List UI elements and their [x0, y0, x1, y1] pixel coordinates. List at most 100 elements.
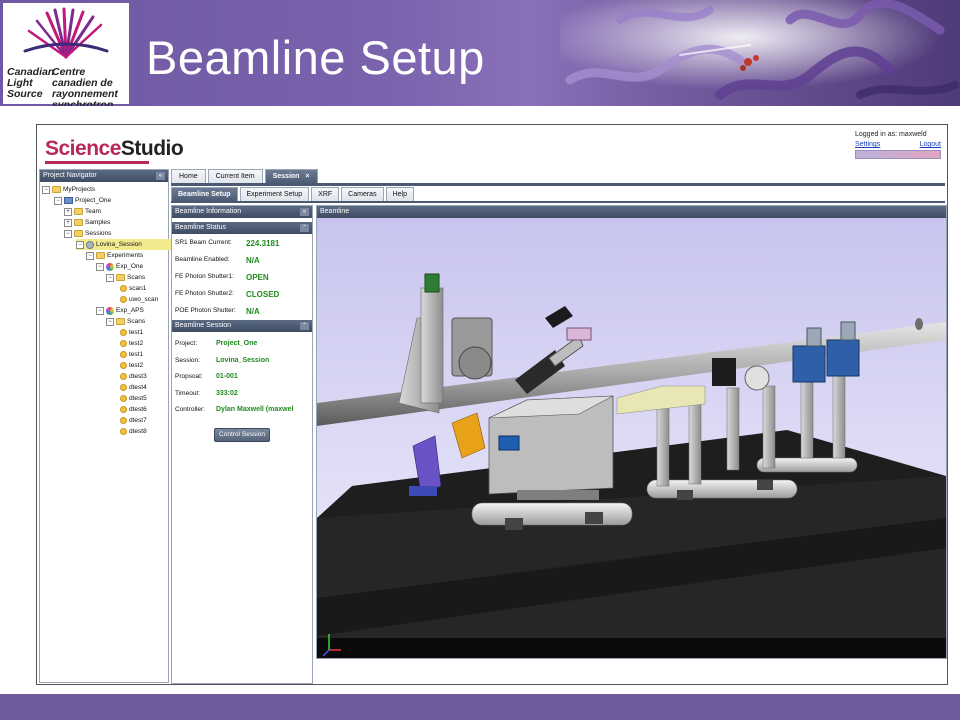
tree-item[interactable]: − Sessions: [64, 228, 111, 239]
subtab-experiment-setup[interactable]: Experiment Setup: [239, 187, 310, 202]
status-value: OPEN: [246, 273, 269, 282]
tree-item[interactable]: − Exp_APS: [96, 305, 144, 316]
experiment-icon: [106, 262, 114, 271]
logo-text-french: Centre canadien de rayonnement synchrotr…: [52, 66, 118, 107]
status-value: 224.3181: [246, 239, 280, 248]
tree-item[interactable]: dtest5: [120, 393, 147, 404]
tree-item-label: test1: [129, 329, 144, 336]
tree-item[interactable]: test1: [120, 349, 143, 360]
tree-item-label: test2: [129, 362, 144, 369]
tree-item[interactable]: − Project_One: [54, 195, 111, 206]
collapse-status-button[interactable]: ⌃: [300, 224, 309, 232]
slide-title: Beamline Setup: [146, 31, 485, 84]
session-label: Propsoal:: [175, 373, 203, 380]
logo-text-english: Canadian Light Source: [7, 66, 55, 100]
folder-icon: [116, 274, 125, 281]
logo-part-studio: Studio: [120, 137, 184, 160]
session-value: 01-001: [216, 373, 238, 380]
subtab-cameras[interactable]: Cameras: [341, 187, 384, 202]
tab-bar-divider: [171, 183, 945, 186]
close-tab-icon[interactable]: ×: [305, 173, 309, 180]
tree-item-label: dtest3: [129, 373, 147, 380]
tree-item[interactable]: dtest6: [120, 404, 147, 415]
expand-node-icon[interactable]: +: [64, 207, 72, 216]
collapse-node-icon[interactable]: −: [106, 273, 114, 282]
tree-item-label: dtest7: [129, 417, 147, 424]
tree-item[interactable]: dtest4: [120, 382, 147, 393]
folder-icon: [52, 186, 61, 193]
collapse-node-icon[interactable]: −: [76, 240, 84, 249]
tree-item-label: Sessions: [85, 230, 112, 237]
subtab-xrf[interactable]: XRF: [311, 187, 340, 202]
sample-chamber: [488, 395, 614, 500]
subtab-help[interactable]: Help: [385, 187, 414, 202]
project-navigator-header: Project Navigator «: [40, 170, 168, 182]
collapse-info-button[interactable]: «: [300, 208, 309, 216]
control-session-button[interactable]: Control Session: [214, 428, 270, 442]
beamline-session-title: Beamline Session: [175, 322, 232, 329]
tree-item[interactable]: − Experiments: [86, 250, 143, 261]
tree-item-label: Samples: [85, 219, 111, 226]
tree-item[interactable]: scan1: [120, 283, 146, 294]
tree-item[interactable]: − Exp_One: [96, 261, 143, 272]
expand-node-icon[interactable]: +: [64, 218, 72, 227]
collapse-session-button[interactable]: ⌃: [300, 322, 309, 330]
tree-item-label: dtest8: [129, 428, 147, 435]
scan-icon: [120, 329, 127, 336]
tree-item[interactable]: − Scans: [106, 272, 145, 283]
tab-current-item[interactable]: Current Item: [207, 169, 263, 184]
beamline-view-header: Beamline: [317, 206, 946, 218]
beamline-3d-model[interactable]: [317, 218, 946, 658]
collapse-node-icon[interactable]: −: [96, 262, 104, 271]
tree-item[interactable]: test1: [120, 327, 143, 338]
scan-icon: [120, 340, 127, 347]
session-activity-bar: [855, 150, 941, 159]
tree-item[interactable]: + Team: [64, 206, 101, 217]
beamline-info-panel: Beamline Information « Beamline Status ⌃…: [171, 205, 313, 684]
scan-icon: [120, 395, 127, 402]
status-label: Beamline Enabled:: [175, 256, 230, 263]
tree-item[interactable]: − Lovina_Session: [76, 239, 172, 250]
collapse-node-icon[interactable]: −: [106, 317, 114, 326]
collapse-node-icon[interactable]: −: [42, 185, 50, 194]
session-value: Dylan Maxwell (maxwel: [216, 406, 294, 413]
status-label: FE Photon Shutter2:: [175, 290, 234, 297]
slide-header: Canadian Light Source Centre canadien de…: [0, 0, 960, 106]
subtab-beamline-setup[interactable]: Beamline Setup: [171, 187, 238, 202]
tree-item-label: Team: [85, 208, 101, 215]
tree-item[interactable]: + Samples: [64, 217, 110, 228]
scan-icon: [120, 428, 127, 435]
project-navigator-title: Project Navigator: [43, 172, 97, 179]
collapse-navigator-button[interactable]: «: [156, 172, 165, 180]
tree-item[interactable]: dtest8: [120, 426, 147, 437]
collapse-node-icon[interactable]: −: [86, 251, 94, 260]
cls-logo-mark-icon: [23, 7, 109, 59]
tree-item-label: Exp_One: [116, 263, 144, 270]
tree-item[interactable]: − MyProjects: [42, 184, 95, 195]
scan-icon: [120, 351, 127, 358]
tree-item-label: Exp_APS: [116, 307, 144, 314]
settings-link[interactable]: Settings: [855, 141, 880, 148]
tree-item[interactable]: − Scans: [106, 316, 145, 327]
scan-icon: [120, 285, 127, 292]
tree-item-label: dtest4: [129, 384, 147, 391]
tree-item-label: Project_One: [75, 197, 112, 204]
status-value: N/A: [246, 256, 260, 265]
tree-item[interactable]: test2: [120, 360, 143, 371]
scan-icon: [120, 373, 127, 380]
tree-item[interactable]: dtest7: [120, 415, 147, 426]
tree-item[interactable]: dtest3: [120, 371, 147, 382]
tab-session[interactable]: Session ×: [264, 169, 318, 184]
collapse-node-icon[interactable]: −: [54, 196, 62, 205]
tab-session-label: Session: [272, 173, 300, 180]
project-navigator: Project Navigator « − MyProjects − Project_…: [39, 169, 172, 683]
logout-link[interactable]: Logout: [920, 141, 941, 148]
tree-item[interactable]: test2: [120, 338, 143, 349]
collapse-node-icon[interactable]: −: [96, 306, 104, 315]
tree-item[interactable]: uwo_scan: [120, 294, 158, 305]
session-icon: [86, 240, 94, 249]
session-label: Controller:: [175, 406, 205, 413]
collapse-node-icon[interactable]: −: [64, 229, 72, 238]
login-info: Logged in as: maxweld Settings Logout: [855, 131, 941, 159]
tab-home[interactable]: Home: [171, 169, 206, 184]
